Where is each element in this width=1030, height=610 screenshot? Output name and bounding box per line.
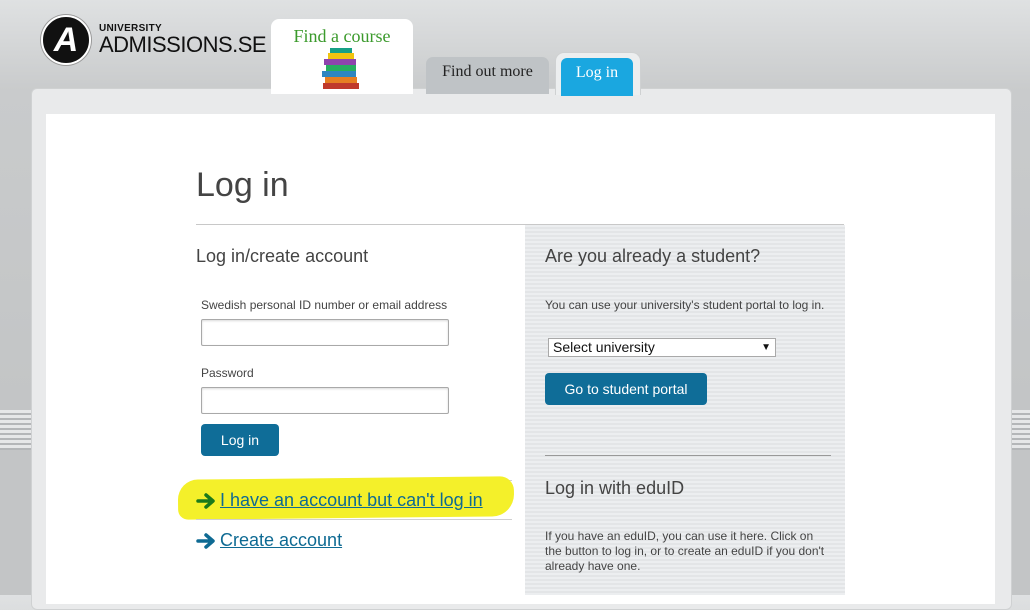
university-select[interactable]: Select university ▼ xyxy=(548,338,776,357)
go-to-student-portal-button[interactable]: Go to student portal xyxy=(545,373,707,405)
password-label: Password xyxy=(201,366,254,380)
logo-a-icon: A xyxy=(41,15,91,65)
tab-log-in[interactable]: Log in xyxy=(561,58,633,96)
tab-find-a-course[interactable]: Find a course xyxy=(271,19,413,94)
content-area xyxy=(46,114,995,604)
tab-log-in-wrapper: Log in xyxy=(555,52,641,96)
login-form-heading: Log in/create account xyxy=(196,246,369,266)
arrow-right-icon xyxy=(196,532,215,549)
cant-log-in-link[interactable]: I have an account but can't log in xyxy=(196,490,483,511)
link-divider-bottom xyxy=(196,519,512,520)
dropdown-caret-icon: ▼ xyxy=(761,342,771,353)
site-logo[interactable]: A UNIVERSITY ADMISSIONS.SE xyxy=(41,15,267,65)
tab-find-out-more[interactable]: Find out more xyxy=(426,57,549,94)
create-account-link-text: Create account xyxy=(220,530,343,550)
cant-log-in-link-text: I have an account but can't log in xyxy=(220,490,483,510)
eduid-divider xyxy=(545,455,831,456)
page-title: Log in xyxy=(196,166,289,204)
id-label: Swedish personal ID number or email addr… xyxy=(201,298,448,312)
id-email-input[interactable] xyxy=(201,319,449,346)
logo-big-text: ADMISSIONS.SE xyxy=(99,32,267,57)
log-in-button[interactable]: Log in xyxy=(201,424,279,456)
password-input[interactable] xyxy=(201,387,449,414)
books-icon xyxy=(322,48,359,89)
university-select-value: Select university xyxy=(553,339,655,355)
eduid-text: If you have an eduID, you can use it her… xyxy=(545,529,825,573)
student-panel-heading: Are you already a student? xyxy=(545,246,761,266)
student-panel-text: You can use your university's student po… xyxy=(545,298,825,312)
tab-find-a-course-label: Find a course xyxy=(293,26,391,46)
eduid-heading: Log in with eduID xyxy=(545,478,685,498)
arrow-right-icon xyxy=(196,492,215,509)
logo-text: UNIVERSITY ADMISSIONS.SE xyxy=(99,24,267,57)
create-account-link[interactable]: Create account xyxy=(196,530,342,551)
